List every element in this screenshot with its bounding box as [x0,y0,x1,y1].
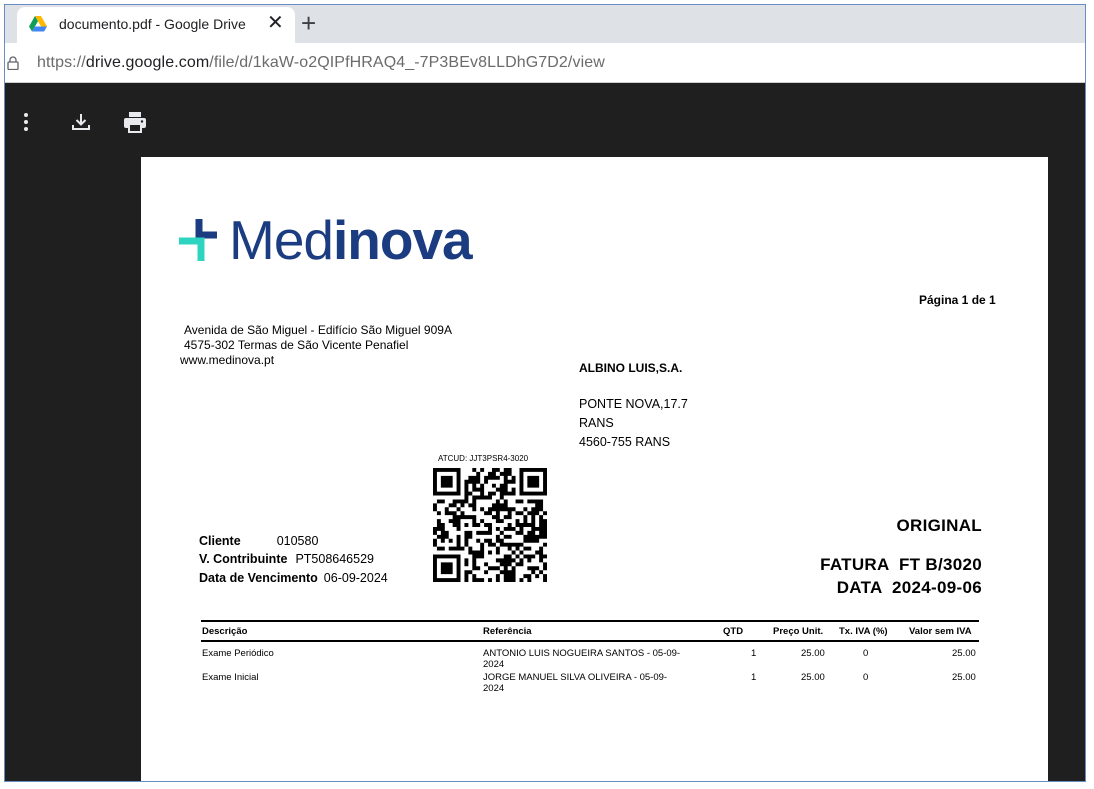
address-bar[interactable]: https://drive.google.com/file/d/1kaW-o2Q… [5,43,1085,83]
download-icon [72,114,90,130]
new-tab-button[interactable]: + [301,9,316,37]
row-reference: ANTONIO LUIS NOGUEIRA SANTOS - 05-09- [483,648,681,659]
medinova-logo-mark-icon [179,219,217,261]
row-description: Exame Inicial [202,672,259,683]
client-label: Cliente [199,534,241,548]
atcud-code: ATCUD: JJT3PSR4-3020 [438,454,529,463]
due-label: Data de Vencimento [199,571,318,585]
browser-tab[interactable]: documento.pdf - Google Drive ✕ [17,7,295,43]
google-drive-icon [29,16,47,32]
row-vat-rate: 0 [863,672,869,683]
tab-close-icon[interactable]: ✕ [267,13,284,33]
col-header-vat-rate: Tx. IVA (%) [839,626,888,637]
row-qty: 1 [751,648,757,659]
vat-value: PT508646529 [295,552,374,566]
col-header-net-value: Valor sem IVA [909,626,972,637]
url-text[interactable]: https://drive.google.com/file/d/1kaW-o2Q… [37,54,605,72]
col-header-unit-price: Preço Unit. [773,626,824,637]
buyer-address-line: PONTE NOVA,17.7 [579,397,688,411]
vat-row: V. Contribuinte PT508646529 [199,552,374,566]
logo-bold: inova [333,209,473,271]
col-header-qty: QTD [723,626,744,637]
url-scheme: https:// [37,54,86,71]
url-path: /file/d/1kaW-o2QIPfHRAQ4_-7P3BEv8LLDhG7D… [209,54,605,71]
download-button[interactable] [68,109,94,135]
buyer-address-line: RANS [579,416,614,430]
print-icon [124,112,146,133]
logo-light: Med [229,209,334,271]
seller-address-line: 4575-302 Termas de São Vicente Penafiel [184,338,409,352]
url-host: drive.google.com [85,54,210,71]
more-vert-icon [24,113,28,131]
logo-wordmark: Medinova [229,213,473,268]
row-vat-rate: 0 [863,648,869,659]
print-button[interactable] [122,109,148,135]
row-net-value: 25.00 [952,648,976,659]
row-reference: JORGE MANUEL SILVA OLIVEIRA - 05-09- [483,672,668,683]
buyer-address-line: 4560-755 RANS [579,435,671,449]
medinova-logo: Medinova [179,213,473,268]
table-top-rule [201,620,979,622]
client-row: Cliente 010580 [199,534,318,548]
qr-code-icon [433,468,547,582]
client-value: 010580 [276,534,319,548]
pdf-page: Medinova Página 1 de 1 Avenida de São Mi… [141,157,1048,781]
col-header-description: Descrição [202,626,248,637]
table-header-rule [201,640,979,642]
browser-window: documento.pdf - Google Drive ✕ + https:/… [4,4,1086,782]
row-unit-price: 25.00 [801,648,825,659]
row-description: Exame Periódico [202,648,274,659]
seller-address-line: Avenida de São Miguel - Edifício São Mig… [184,323,452,337]
page-number: Página 1 de 1 [919,293,996,307]
due-row: Data de Vencimento 06-09-2024 [199,571,388,585]
row-unit-price: 25.00 [801,672,825,683]
doc-date: DATA 2024-09-06 [836,578,982,597]
seller-website: www.medinova.pt [180,353,275,367]
row-reference-cont: 2024 [483,659,505,670]
copy-label: ORIGINAL [896,516,982,535]
tab-strip: documento.pdf - Google Drive ✕ + [5,5,1085,43]
doc-number: FATURA FT B/3020 [820,555,982,574]
col-header-reference: Referência [483,626,532,637]
row-net-value: 25.00 [952,672,976,683]
vat-label: V. Contribuinte [199,552,288,566]
more-options-button[interactable] [13,109,39,135]
due-value: 06-09-2024 [323,571,388,585]
row-qty: 1 [751,672,757,683]
tab-title: documento.pdf - Google Drive [59,16,246,32]
buyer-name: ALBINO LUIS,S.A. [579,361,683,375]
lock-icon [7,56,19,70]
row-reference-cont: 2024 [483,683,505,694]
